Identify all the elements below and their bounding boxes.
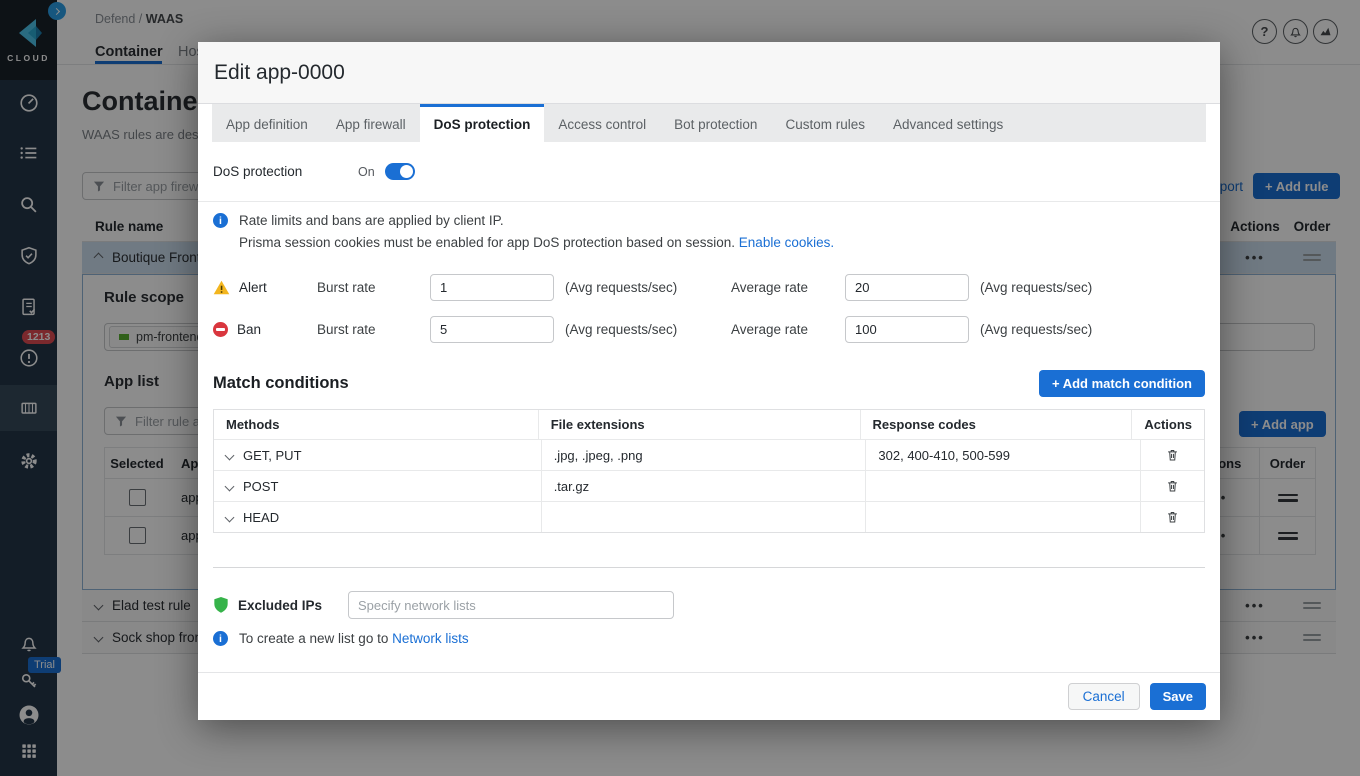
average-rate-label: Average rate [731, 280, 845, 295]
delete-row-button[interactable] [1165, 509, 1180, 525]
col-file-extensions: File extensions [538, 410, 860, 439]
screen: Defend / WAAS ? Container Host Container… [0, 0, 1360, 776]
alert-average-input[interactable] [845, 274, 969, 301]
section-divider [213, 567, 1205, 568]
match-conditions-header: Match conditions + Add match condition [213, 370, 1205, 397]
tab-access-control[interactable]: Access control [544, 104, 660, 142]
unit-label: (Avg requests/sec) [980, 322, 1146, 337]
codes-value [865, 471, 1139, 501]
col-response-codes: Response codes [860, 410, 1132, 439]
extensions-value: .tar.gz [541, 471, 866, 501]
excluded-ips-row: Excluded IPs [213, 591, 1205, 619]
chevron-down-icon[interactable] [225, 450, 235, 460]
excluded-ips-label: Excluded IPs [238, 598, 348, 613]
burst-rate-label: Burst rate [317, 280, 430, 295]
info-icon: i [213, 213, 228, 228]
match-row: GET, PUT .jpg, .jpeg, .png 302, 400-410,… [214, 439, 1204, 470]
match-row: HEAD [214, 501, 1204, 532]
extensions-value [541, 502, 866, 532]
tab-dos-protection[interactable]: DoS protection [420, 104, 545, 142]
alert-burst-input[interactable] [430, 274, 554, 301]
codes-value [865, 502, 1139, 532]
dos-protection-toggle[interactable] [385, 163, 415, 180]
alert-rate-row: Alert Burst rate (Avg requests/sec) Aver… [198, 266, 1220, 308]
toggle-state-label: On [358, 165, 375, 179]
match-table-header: Methods File extensions Response codes A… [214, 410, 1204, 439]
tab-bot-protection[interactable]: Bot protection [660, 104, 771, 142]
alert-label: Alert [239, 280, 267, 295]
unit-label: (Avg requests/sec) [980, 280, 1146, 295]
extensions-value: .jpg, .jpeg, .png [541, 440, 866, 470]
excluded-ips-input[interactable] [348, 591, 674, 619]
tab-custom-rules[interactable]: Custom rules [771, 104, 879, 142]
network-lists-note: i To create a new list go to Network lis… [198, 619, 1220, 646]
cancel-button[interactable]: Cancel [1068, 683, 1140, 710]
delete-row-button[interactable] [1165, 447, 1180, 463]
enable-cookies-link[interactable]: Enable cookies. [739, 235, 834, 250]
average-rate-label: Average rate [731, 322, 845, 337]
modal-tab-bar: App definition App firewall DoS protecti… [212, 104, 1206, 142]
methods-value: POST [243, 479, 278, 494]
modal-footer: Cancel Save [198, 672, 1220, 720]
network-lists-text: To create a new list go to [239, 631, 388, 646]
add-match-condition-button[interactable]: + Add match condition [1039, 370, 1205, 397]
match-conditions-heading: Match conditions [213, 374, 349, 393]
save-button[interactable]: Save [1150, 683, 1206, 710]
chevron-down-icon[interactable] [225, 481, 235, 491]
unit-label: (Avg requests/sec) [565, 322, 731, 337]
methods-value: HEAD [243, 510, 279, 525]
dos-info-note: i Rate limits and bans are applied by cl… [198, 202, 1220, 250]
info-icon: i [213, 631, 228, 646]
ban-average-input[interactable] [845, 316, 969, 343]
network-lists-link[interactable]: Network lists [392, 631, 469, 646]
unit-label: (Avg requests/sec) [565, 280, 731, 295]
ban-burst-input[interactable] [430, 316, 554, 343]
info-line2: Prisma session cookies must be enabled f… [239, 235, 735, 250]
chevron-down-icon[interactable] [225, 512, 235, 522]
ban-label: Ban [237, 322, 261, 337]
match-conditions-table: Methods File extensions Response codes A… [213, 409, 1205, 533]
edit-app-modal: Edit app-0000 App definition App firewal… [198, 42, 1220, 720]
tab-app-firewall[interactable]: App firewall [322, 104, 420, 142]
info-line1: Rate limits and bans are applied by clie… [239, 213, 504, 228]
match-row: POST .tar.gz [214, 470, 1204, 501]
rate-rows: Alert Burst rate (Avg requests/sec) Aver… [198, 266, 1220, 350]
tab-app-definition[interactable]: App definition [212, 104, 322, 142]
ban-icon [213, 322, 228, 337]
shield-icon [213, 596, 229, 614]
modal-title: Edit app-0000 [198, 42, 1220, 104]
codes-value: 302, 400-410, 500-599 [865, 440, 1139, 470]
dos-protection-label: DoS protection [213, 164, 358, 179]
burst-rate-label: Burst rate [317, 322, 430, 337]
delete-row-button[interactable] [1165, 478, 1180, 494]
tab-advanced-settings[interactable]: Advanced settings [879, 104, 1017, 142]
dos-protection-row: DoS protection On [198, 142, 1220, 202]
col-actions: Actions [1131, 410, 1204, 439]
ban-rate-row: Ban Burst rate (Avg requests/sec) Averag… [198, 308, 1220, 350]
methods-value: GET, PUT [243, 448, 302, 463]
warning-icon [213, 280, 230, 295]
col-methods: Methods [214, 410, 538, 439]
